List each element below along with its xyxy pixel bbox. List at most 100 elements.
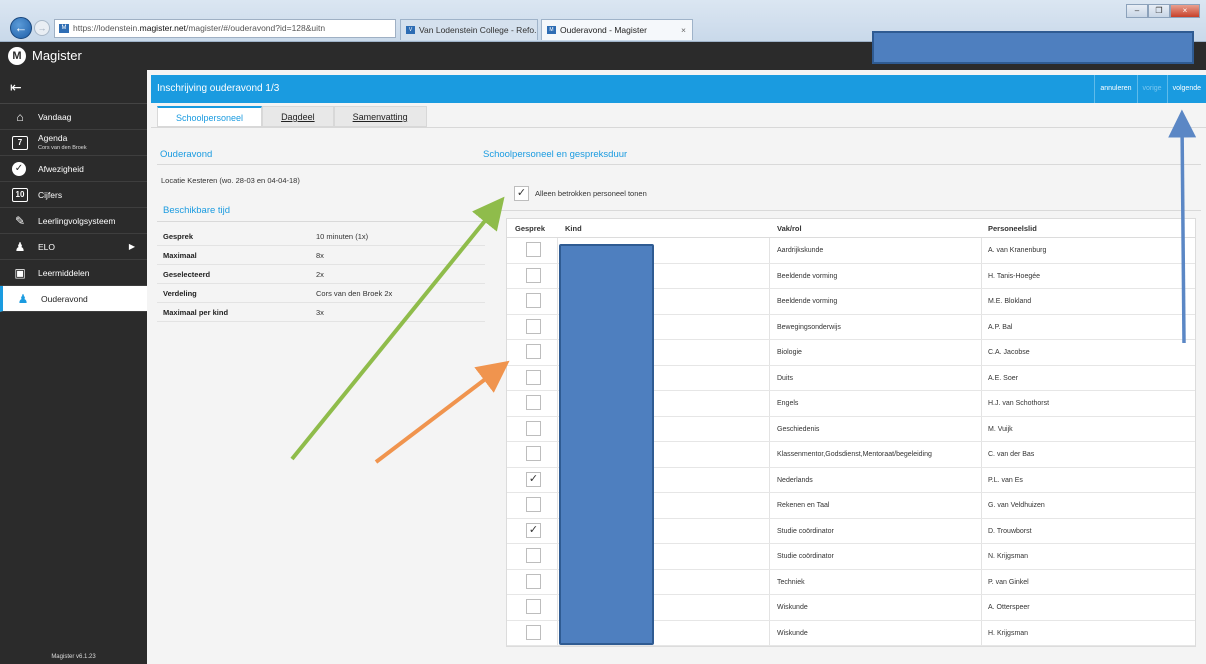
sidebar-item-leerlingvolgsysteem[interactable]: ✎ Leerlingvolgsysteem xyxy=(0,208,147,234)
staff-cell: M.E. Blokland xyxy=(988,298,1032,305)
gesprek-checkbox[interactable] xyxy=(526,548,541,563)
site-favicon-icon: M xyxy=(59,24,69,33)
divider xyxy=(483,210,1201,211)
browser-tab-lodenstein[interactable]: V Van Lodenstein College - Refo... xyxy=(400,19,538,40)
previous-button[interactable]: vorige xyxy=(1136,75,1167,103)
page-title: Inschrijving ouderavond 1/3 xyxy=(157,83,280,94)
sidebar-item-afwezigheid[interactable]: ✓ Afwezigheid xyxy=(0,156,147,182)
schoolpersoneel-heading: Schoolpersoneel en gespreksduur xyxy=(483,149,628,160)
sidebar-item-label: ELO xyxy=(38,242,56,252)
column-header[interactable]: Personeelslid xyxy=(988,219,1037,238)
staff-cell: A. van Kranenburg xyxy=(988,247,1047,254)
wizard-actions: annuleren vorige volgende xyxy=(1094,75,1206,103)
staff-cell: P. van Ginkel xyxy=(988,578,1029,586)
sidebar-item-label: Cijfers xyxy=(38,190,63,200)
sidebar-item-label: Ouderavond xyxy=(41,294,88,304)
filter-label: Alleen betrokken personeel tonen xyxy=(535,189,647,198)
url-domain: magister.net xyxy=(139,23,186,33)
books-icon: ▣ xyxy=(14,266,26,280)
back-button[interactable]: ← xyxy=(10,17,32,39)
sidebar-item-ouderavond[interactable]: ♟ Ouderavond xyxy=(0,286,147,312)
cancel-button[interactable]: annuleren xyxy=(1094,75,1136,103)
magister-logo-icon: M xyxy=(8,47,26,65)
wizard-tabs: Schoolpersoneel Dagdeel Samenvatting xyxy=(157,106,427,127)
sidebar-item-label: Vandaag xyxy=(38,112,72,122)
url-rest: /magister/#/ouderavond?id=128&uitn xyxy=(185,23,326,33)
subject-cell: Engels xyxy=(777,400,799,407)
sidebar-item-cijfers[interactable]: 10 Cijfers xyxy=(0,182,147,208)
sidebar-item-elo[interactable]: ♟ ELO ▶ xyxy=(0,234,147,260)
staff-cell: G. van Veldhuizen xyxy=(988,502,1045,509)
staff-cell: M. Vuijk xyxy=(988,425,1013,433)
wizard-header: Inschrijving ouderavond 1/3 annuleren vo… xyxy=(151,75,1206,103)
window-controls: – ❐ × xyxy=(1126,4,1200,18)
column-header[interactable]: Vak/rol xyxy=(777,219,802,238)
subject-cell: Nederlands xyxy=(777,476,813,484)
sidebar-item-agenda[interactable]: 7 Agenda Cors van den Broek xyxy=(0,130,147,156)
gesprek-checkbox[interactable] xyxy=(526,344,541,359)
redaction-box xyxy=(872,31,1194,64)
gesprek-checkbox[interactable] xyxy=(526,420,541,436)
staff-cell: H. Tanis-Hoegée xyxy=(988,272,1041,280)
info-key: Maximaal xyxy=(163,251,197,260)
url-prefix: https://lodenstein. xyxy=(73,23,140,33)
subject-cell: Wiskunde xyxy=(777,604,808,611)
forward-button[interactable]: → xyxy=(34,20,50,36)
column-header[interactable]: Kind xyxy=(565,219,582,238)
info-value: 3x xyxy=(316,308,324,317)
filter-checkbox[interactable]: ✓ xyxy=(514,186,529,201)
minimize-button[interactable]: – xyxy=(1126,4,1148,18)
sidebar-item-leermiddelen[interactable]: ▣ Leermiddelen xyxy=(0,260,147,286)
ouderavond-heading: Ouderavond xyxy=(160,149,213,160)
gesprek-checkbox[interactable] xyxy=(526,318,541,334)
subject-cell: Biologie xyxy=(777,349,802,356)
staff-cell: P.L. van Es xyxy=(988,476,1023,484)
address-tools[interactable]: ⌕ ▾ 🔒 ↻ xyxy=(395,20,396,37)
sidebar-item-vandaag[interactable]: ⌂ Vandaag xyxy=(0,104,147,130)
staff-cell: H.J. van Schothorst xyxy=(988,400,1050,407)
tab-close-icon[interactable]: × xyxy=(681,20,686,40)
expand-arrow-icon: ▶ xyxy=(128,242,135,251)
info-row: Maximaal per kind 3x xyxy=(157,303,485,322)
redaction-box xyxy=(559,244,654,645)
subject-cell: Aardrijkskunde xyxy=(777,247,824,254)
availability-table: Gesprek 10 minuten (1x) Maximaal 8x Gesele… xyxy=(157,227,485,322)
gesprek-checkbox[interactable] xyxy=(526,446,541,461)
gesprek-checkbox[interactable]: ✓ xyxy=(526,522,541,538)
gesprek-checkbox[interactable]: ✓ xyxy=(526,471,541,487)
gesprek-checkbox[interactable] xyxy=(526,573,541,589)
group-icon: ♟ xyxy=(14,240,26,254)
info-key: Geselecteerd xyxy=(163,270,211,279)
browser-tab-label: Ouderavond - Magister xyxy=(560,25,647,35)
beschikbare-tijd-heading: Beschikbare tijd xyxy=(163,205,231,216)
sidebar-item-label: Agenda xyxy=(38,133,68,143)
maximize-button[interactable]: ❐ xyxy=(1148,4,1170,18)
gesprek-checkbox[interactable] xyxy=(526,293,541,308)
people-icon: ♟ xyxy=(17,292,29,306)
window-close-button[interactable]: × xyxy=(1170,4,1200,18)
info-value: 2x xyxy=(316,270,324,279)
gesprek-checkbox[interactable] xyxy=(526,242,541,257)
subject-cell: Rekenen en Taal xyxy=(777,502,830,509)
gesprek-checkbox[interactable] xyxy=(526,624,541,640)
info-key: Gesprek xyxy=(163,232,194,241)
version-label: Magister v6.1.23 xyxy=(51,654,96,660)
tab-dagdeel[interactable]: Dagdeel xyxy=(262,106,334,127)
info-row: Gesprek 10 minuten (1x) xyxy=(157,227,485,246)
tab-samenvatting[interactable]: Samenvatting xyxy=(333,106,427,127)
tab-schoolpersoneel[interactable]: Schoolpersoneel xyxy=(157,106,263,127)
sidebar-item-label: Afwezigheid xyxy=(38,164,84,174)
browser-tab-ouderavond[interactable]: M Ouderavond - Magister × xyxy=(541,19,693,40)
gesprek-checkbox[interactable] xyxy=(526,599,541,614)
pencil-icon: ✎ xyxy=(14,214,26,228)
gesprek-checkbox[interactable] xyxy=(526,369,541,385)
column-header[interactable]: Gesprek xyxy=(515,219,545,238)
app-title: Magister xyxy=(32,48,82,63)
gesprek-checkbox[interactable] xyxy=(526,267,541,283)
menu-toggle-icon[interactable]: ⇤ xyxy=(0,70,147,104)
gesprek-checkbox[interactable] xyxy=(526,395,541,410)
home-icon: ⌂ xyxy=(16,110,24,124)
next-button[interactable]: volgende xyxy=(1166,75,1206,103)
address-bar[interactable]: M https://lodenstein.magister.net/magist… xyxy=(54,19,396,38)
gesprek-checkbox[interactable] xyxy=(526,497,541,512)
